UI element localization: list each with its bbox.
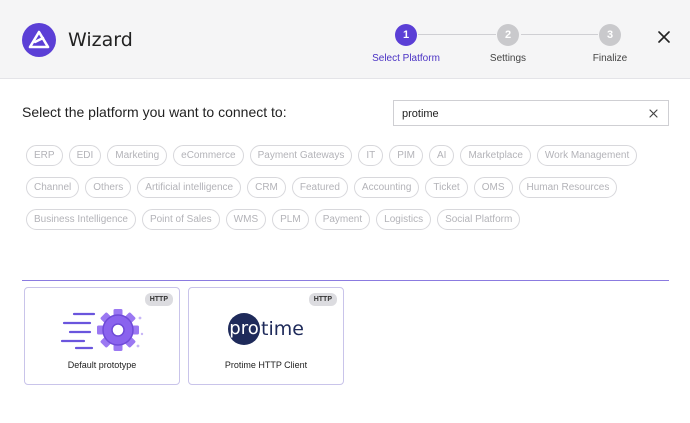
category-chip-ai[interactable]: AI [429,145,455,166]
results-divider [22,280,669,281]
gear-speed-icon [25,304,179,354]
step-label: Select Platform [372,53,440,64]
platform-card-default-prototype[interactable]: HTTP Default prototype [24,287,180,385]
platform-prompt: Select the platform you want to connect … [22,104,287,120]
search-input[interactable] [402,105,632,122]
close-button[interactable] [655,28,673,46]
category-chip-work-management[interactable]: Work Management [536,145,638,166]
category-chip-oms[interactable]: OMS [473,177,513,198]
category-chip-edi[interactable]: EDI [68,145,102,166]
step-finalize: 3 Finalize [565,24,655,64]
category-chip-wms[interactable]: WMS [225,209,267,230]
category-chip-business-intelligence[interactable]: Business Intelligence [26,209,136,230]
close-icon [658,31,670,43]
category-chip-it[interactable]: IT [358,145,384,166]
step-label: Settings [489,53,527,64]
category-chip-point-of-sales[interactable]: Point of Sales [141,209,220,230]
card-label: Protime HTTP Client [224,360,308,370]
protime-logo-pro: pro [228,313,261,345]
category-chip-plm[interactable]: PLM [272,209,309,230]
category-chip-payment-gateways[interactable]: Payment Gateways [249,145,353,166]
category-chip-human-resources[interactable]: Human Resources [518,177,618,198]
category-chip-marketplace[interactable]: Marketplace [460,145,531,166]
category-chip-erp[interactable]: ERP [26,145,63,166]
category-chip-ticket[interactable]: Ticket [425,177,468,198]
clear-search-button[interactable] [646,106,660,120]
category-chip-logistics[interactable]: Logistics [376,209,432,230]
step-number: 1 [395,24,417,46]
close-icon [648,108,658,118]
category-chip-marketing[interactable]: Marketing [107,145,168,166]
category-chip-others[interactable]: Others [85,177,132,198]
platform-card-protime-http-client[interactable]: HTTP pro time Protime HTTP Client [188,287,344,385]
step-number: 2 [497,24,519,46]
category-chip-ecommerce[interactable]: eCommerce [173,145,244,166]
wizard-header: Wizard 1 Select Platform 2 Settings 3 Fi… [0,0,690,79]
step-settings: 2 Settings [463,24,553,64]
category-chip-artificial-intelligence[interactable]: Artificial intelligence [137,177,242,198]
wizard-logo-icon [22,23,56,57]
category-chip-social-platform[interactable]: Social Platform [437,209,521,230]
category-chip-payment[interactable]: Payment [314,209,371,230]
category-chip-pim[interactable]: PIM [389,145,423,166]
category-filter-list: ERP EDI Marketing eCommerce Payment Gate… [26,145,666,230]
category-chip-channel[interactable]: Channel [26,177,80,198]
category-chip-accounting[interactable]: Accounting [353,177,420,198]
protime-logo: pro time [189,304,343,354]
page-title: Wizard [68,29,133,51]
step-select-platform: 1 Select Platform [361,24,451,64]
card-label: Default prototype [67,360,137,370]
platform-search-box [393,100,669,126]
category-chip-featured[interactable]: Featured [291,177,348,198]
category-chip-crm[interactable]: CRM [247,177,286,198]
protime-logo-time: time [261,318,304,340]
step-label: Finalize [592,53,628,64]
step-number: 3 [599,24,621,46]
